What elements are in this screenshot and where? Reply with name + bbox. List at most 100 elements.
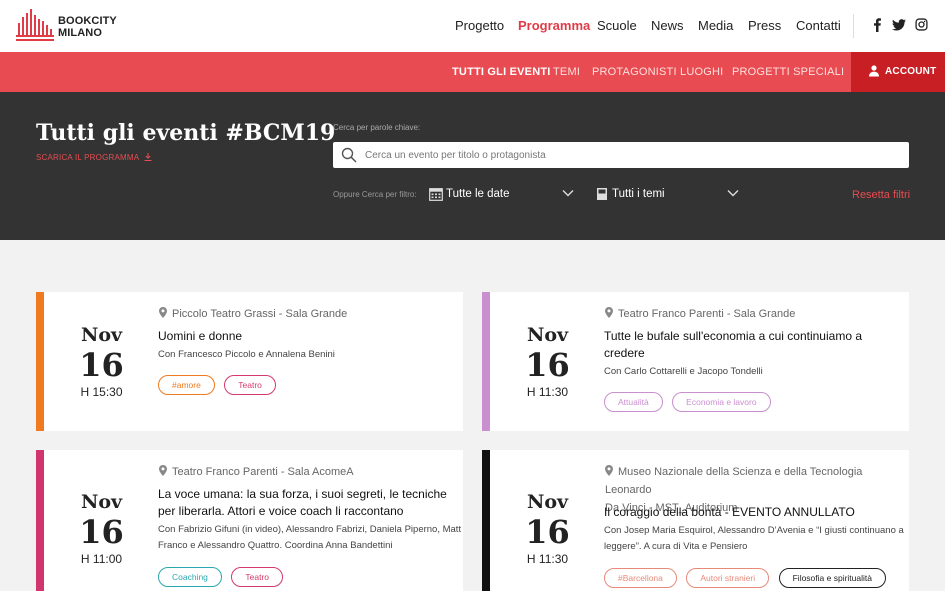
event-venue: Piccolo Teatro Grassi - Sala Grande — [159, 305, 347, 323]
event-card[interactable]: Nov 16 H 11:30 Museo Nazionale della Sci… — [482, 450, 909, 591]
event-date: Nov 16 H 11:30 — [490, 292, 605, 431]
tag-teatro[interactable]: Teatro — [224, 375, 276, 395]
download-icon — [144, 153, 152, 161]
event-venue: Teatro Franco Parenti - Sala Grande — [605, 305, 795, 323]
event-guests-line: Con Carlo Cottarelli e Jacopo Tondelli — [604, 366, 763, 377]
tag-autori-stranieri[interactable]: Autori stranieri — [686, 568, 770, 588]
user-icon — [869, 65, 879, 77]
event-day: 16 — [79, 346, 124, 384]
search-icon — [341, 147, 357, 163]
nav-item-news[interactable]: News — [651, 18, 684, 33]
event-time: H 11:00 — [80, 552, 123, 566]
event-month: Nov — [526, 491, 569, 513]
tag-barcellona[interactable]: #Barcellona — [604, 568, 677, 588]
event-color-stripe — [36, 292, 44, 431]
tag-amore[interactable]: #amore — [158, 375, 215, 395]
event-venue: Teatro Franco Parenti - Sala AcomeA — [159, 463, 354, 481]
event-card[interactable]: Nov 16 H 11:00 Teatro Franco Parenti - S… — [36, 450, 463, 591]
event-date: Nov 16 H 15:30 — [44, 292, 159, 431]
tag-filosofia-e-spiritualita[interactable]: Filosofia e spiritualità — [778, 568, 886, 588]
event-venue-text: Museo Nazionale della Scienza e della Te… — [605, 466, 863, 496]
event-guests-line: leggere”. A cura di Vita e Pensiero — [604, 541, 748, 552]
event-guests-line: Franco e Alessandro Quattro. Coordina An… — [158, 540, 393, 551]
event-venue-text: Teatro Franco Parenti - Sala Grande — [618, 308, 796, 320]
event-time: H 11:30 — [526, 385, 569, 399]
event-tags: #Barcellona Autori stranieri Filosofia e… — [604, 568, 891, 588]
location-pin-icon — [159, 307, 167, 318]
event-color-stripe — [482, 292, 490, 431]
filter-label: Oppure Cerca per filtro: — [333, 190, 417, 199]
subnav-item-temi[interactable]: TEMI — [553, 66, 580, 78]
date-filter-dropdown[interactable]: Tutte le date — [429, 186, 575, 204]
download-program-label: SCARICA IL PROGRAMMA — [36, 153, 139, 162]
nav-item-progetto[interactable]: Progetto — [455, 18, 504, 33]
subnav-item-tutti-gli-eventi[interactable]: TUTTI GLI EVENTI — [452, 66, 551, 78]
event-guests-line: Con Fabrizio Gifuni (in video), Alessand… — [158, 524, 462, 535]
tag-teatro[interactable]: Teatro — [231, 567, 283, 587]
event-title[interactable]: Uomini e donne — [158, 328, 242, 345]
subnav-item-progetti-speciali[interactable]: PROGETTI SPECIALI — [732, 66, 844, 78]
event-day: 16 — [525, 346, 570, 384]
search-label: Cerca per parole chiave: — [333, 123, 421, 132]
event-venue-text: Teatro Franco Parenti - Sala AcomeA — [172, 466, 354, 478]
search-box — [333, 142, 909, 168]
nav-item-press[interactable]: Press — [748, 18, 781, 33]
event-month: Nov — [80, 324, 123, 346]
event-tags: Attualità Economia e lavoro — [604, 392, 776, 412]
subnav-item-protagonisti[interactable]: PROTAGONISTI — [592, 66, 677, 78]
event-title-line: credere — [604, 346, 645, 360]
facebook-icon[interactable] — [872, 18, 882, 32]
reset-filters-link[interactable]: Resetta filtri — [852, 189, 910, 201]
page-title: Tutti gli eventi #BCM19 — [36, 120, 336, 146]
event-tags: #amore Teatro — [158, 375, 281, 395]
event-card[interactable]: Nov 16 H 11:30 Teatro Franco Parenti - S… — [482, 292, 909, 431]
instagram-icon[interactable] — [915, 18, 928, 31]
filter-panel: Tutti gli eventi #BCM19 SCARICA IL PROGR… — [0, 92, 945, 240]
event-title-line: Tutte le bufale sull'economia a cui cont… — [604, 329, 862, 343]
event-time: H 15:30 — [80, 385, 123, 399]
nav-item-contatti[interactable]: Contatti — [796, 18, 841, 33]
nav-item-scuole[interactable]: Scuole — [597, 18, 637, 33]
event-time: H 11:30 — [526, 552, 569, 566]
account-button[interactable]: ACCOUNT — [851, 52, 945, 92]
twitter-icon[interactable] — [892, 19, 906, 31]
location-pin-icon — [605, 465, 613, 476]
event-month: Nov — [80, 491, 123, 513]
event-guests: Con Fabrizio Gifuni (in video), Alessand… — [158, 522, 461, 554]
event-title-line: La voce umana: la sua forza, i suoi segr… — [158, 487, 447, 501]
event-card[interactable]: Nov 16 H 15:30 Piccolo Teatro Grassi - S… — [36, 292, 463, 431]
event-guests: Con Josep Maria Esquirol, Alessandro D’A… — [604, 523, 904, 555]
event-title[interactable]: Il coraggio della bontà - EVENTO ANNULLA… — [604, 504, 855, 521]
event-guests: Con Francesco Piccolo e Annalena Benini — [158, 347, 335, 363]
nav-item-programma[interactable]: Programma — [518, 18, 590, 33]
event-title-line: per liberarla. Attori e voice coach li r… — [158, 504, 404, 518]
event-title[interactable]: Tutte le bufale sull'economia a cui cont… — [604, 328, 862, 362]
chevron-down-icon — [727, 190, 739, 197]
section-subnav: TUTTI GLI EVENTI TEMI PROTAGONISTI LUOGH… — [0, 52, 945, 92]
event-day: 16 — [79, 513, 124, 551]
event-date: Nov 16 H 11:30 — [490, 450, 605, 591]
theme-filter-value: Tutti i temi — [612, 188, 665, 200]
main-nav: Progetto Programma Scuole News Media Pre… — [0, 18, 945, 36]
event-venue-text: Piccolo Teatro Grassi - Sala Grande — [172, 308, 348, 320]
book-icon — [597, 188, 607, 200]
subnav-item-luoghi[interactable]: LUOGHI — [680, 66, 723, 78]
calendar-icon — [429, 188, 443, 201]
event-guests-line: Con Josep Maria Esquirol, Alessandro D’A… — [604, 525, 904, 536]
event-tags: Coaching Teatro — [158, 567, 288, 587]
event-title[interactable]: La voce umana: la sua forza, i suoi segr… — [158, 486, 447, 520]
event-guests: Con Carlo Cottarelli e Jacopo Tondelli — [604, 364, 763, 380]
search-input[interactable] — [365, 142, 895, 168]
site-header: BOOKCITY MILANO Progetto Programma Scuol… — [0, 0, 945, 52]
account-label: ACCOUNT — [885, 66, 937, 77]
date-filter-value: Tutte le date — [446, 188, 510, 200]
download-program-link[interactable]: SCARICA IL PROGRAMMA — [36, 153, 152, 162]
tag-coaching[interactable]: Coaching — [158, 567, 222, 587]
event-title-line: Uomini e donne — [158, 329, 243, 343]
nav-item-media[interactable]: Media — [698, 18, 733, 33]
event-title-line: Il coraggio della bontà - EVENTO ANNULLA… — [604, 505, 855, 519]
nav-divider — [853, 14, 854, 38]
theme-filter-dropdown[interactable]: Tutti i temi — [595, 186, 741, 204]
tag-attualita[interactable]: Attualità — [604, 392, 663, 412]
tag-economia-e-lavoro[interactable]: Economia e lavoro — [672, 392, 771, 412]
